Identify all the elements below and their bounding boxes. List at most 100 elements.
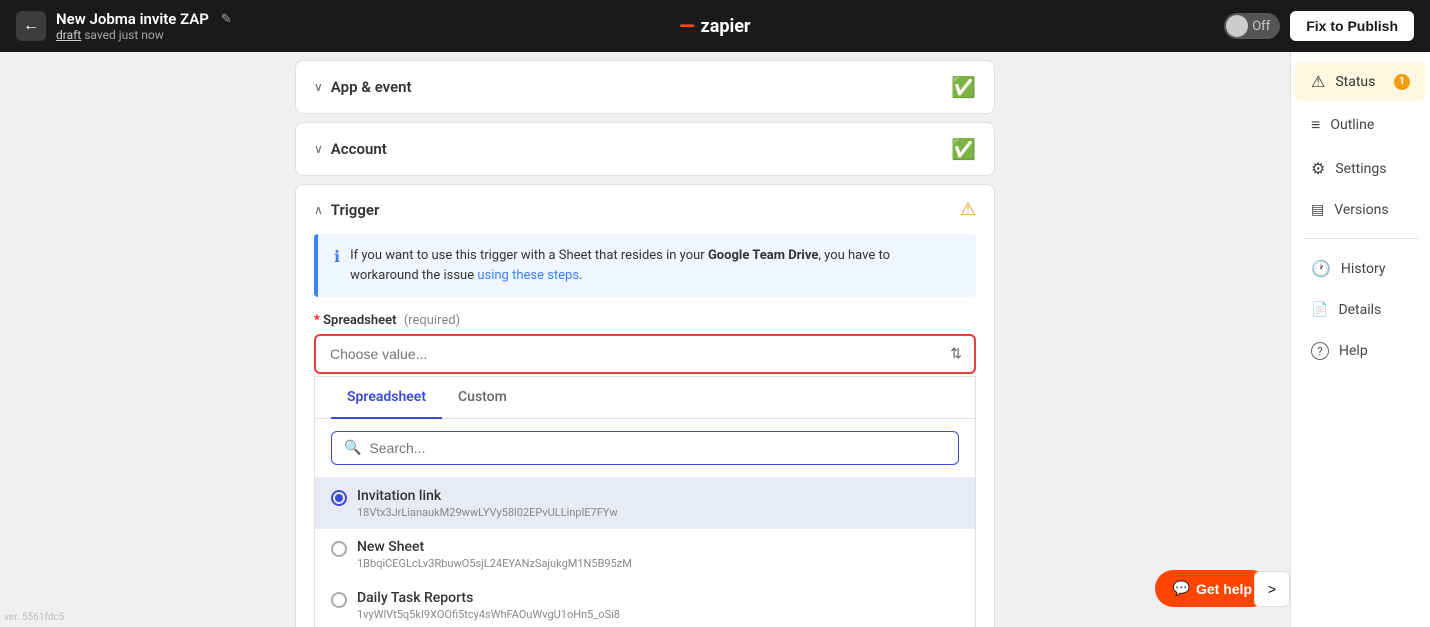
clock-icon: 🕐 — [1311, 259, 1331, 278]
app-event-title: App & event — [331, 78, 412, 96]
sidebar-label-details: Details — [1338, 302, 1381, 318]
list-item[interactable]: Daily Task Reports 1vyWlVt5q5kI9XOOfi5tc… — [315, 580, 975, 627]
required-text: (required) — [404, 313, 460, 328]
sidebar-label-help: Help — [1339, 343, 1368, 359]
zap-title: New Jobma invite ZAP — [56, 10, 209, 28]
tab-spreadsheet[interactable]: Spreadsheet — [331, 377, 442, 419]
radio-unselected-icon — [331, 592, 347, 608]
logo-dash: — — [679, 14, 694, 38]
list-item[interactable]: New Sheet 1BbqiCEGLcLv3RbuwO5sjL24EYANzS… — [315, 529, 975, 580]
account-section: ∨ Account ✅ — [295, 122, 995, 176]
chevron-down-icon: ∨ — [314, 80, 323, 94]
trigger-left: ∧ Trigger — [314, 201, 379, 219]
option-id: 1vyWlVt5q5kI9XOOfi5tcy4sWhFAOuWvgU1oHn5_… — [357, 608, 620, 621]
chevron-down-icon: ∨ — [314, 142, 323, 156]
warning-icon: ⚠ — [1311, 72, 1325, 91]
header-right: Off Fix to Publish — [948, 11, 1414, 41]
tabs-row: Spreadsheet Custom — [315, 377, 975, 419]
expand-button[interactable]: > — [1254, 571, 1290, 607]
account-header[interactable]: ∨ Account ✅ — [296, 123, 994, 175]
account-title: Account — [331, 140, 387, 158]
main-layout: ∨ App & event ✅ ∨ Account ✅ — [0, 52, 1430, 627]
sidebar-item-settings[interactable]: ⚙ Settings — [1295, 149, 1426, 188]
info-link[interactable]: using these steps — [477, 268, 579, 283]
sidebar-item-versions[interactable]: ▤ Versions — [1295, 192, 1426, 228]
app-event-section: ∨ App & event ✅ — [295, 60, 995, 114]
zap-title-group: New Jobma invite ZAP ✎ draft saved just … — [56, 10, 232, 42]
help-icon: ? — [1311, 342, 1329, 360]
sidebar-item-details[interactable]: 📄 Details — [1295, 292, 1426, 328]
check-circle-icon: ✅ — [951, 137, 976, 161]
back-button[interactable]: ← — [16, 11, 46, 41]
info-bold-text: Google Team Drive — [708, 248, 818, 263]
list-item[interactable]: Invitation link 18Vtx3JrLianaukM29wwLYVy… — [315, 478, 975, 529]
get-help-label: Get help — [1196, 581, 1252, 597]
check-circle-icon: ✅ — [951, 75, 976, 99]
toggle-circle — [1226, 15, 1248, 37]
expand-icon: > — [1268, 581, 1276, 597]
info-box: ℹ If you want to use this trigger with a… — [314, 234, 976, 297]
sidebar-label-status: Status — [1335, 74, 1375, 90]
fix-publish-button[interactable]: Fix to Publish — [1290, 11, 1414, 41]
sidebar-item-outline[interactable]: ≡ Outline — [1295, 105, 1426, 145]
header-center: — zapier — [482, 14, 948, 38]
sidebar-label-settings: Settings — [1335, 161, 1386, 177]
info-icon: ℹ — [334, 247, 340, 266]
logo-text: zapier — [701, 16, 751, 37]
info-text-part1: If you want to use this trigger with a S… — [350, 248, 708, 263]
draft-status: draft saved just now — [56, 28, 232, 42]
required-asterisk: * — [314, 313, 320, 328]
edit-title-icon[interactable]: ✎ — [221, 12, 232, 27]
tab-custom[interactable]: Custom — [442, 377, 523, 419]
sidebar-item-history[interactable]: 🕐 History — [1295, 249, 1426, 288]
content-area: ∨ App & event ✅ ∨ Account ✅ — [0, 52, 1290, 627]
sidebar-item-help[interactable]: ? Help — [1295, 332, 1426, 370]
sidebar-item-status[interactable]: ⚠ Status 1 — [1295, 62, 1426, 101]
info-text: If you want to use this trigger with a S… — [350, 246, 960, 285]
option-name: Invitation link — [357, 488, 618, 504]
option-id: 1BbqiCEGLcLv3RbuwO5sjL24EYANzSajukgM1N5B… — [357, 557, 632, 570]
sidebar-label-versions: Versions — [1334, 202, 1388, 218]
search-input[interactable] — [369, 440, 946, 456]
toggle-label: Off — [1248, 19, 1278, 34]
trigger-title: Trigger — [331, 201, 380, 219]
sidebar-divider — [1303, 238, 1418, 239]
search-icon: 🔍 — [344, 440, 361, 456]
chevron-up-icon: ∧ — [314, 203, 323, 217]
acc-left: ∨ Account — [314, 140, 387, 158]
options-list: Invitation link 18Vtx3JrLianaukM29wwLYVy… — [315, 478, 975, 627]
outline-icon: ≡ — [1311, 115, 1320, 135]
toggle-switch[interactable]: Off — [1224, 13, 1280, 39]
trigger-content: ℹ If you want to use this trigger with a… — [296, 234, 994, 627]
option-text: New Sheet 1BbqiCEGLcLv3RbuwO5sjL24EYANzS… — [357, 539, 632, 570]
option-text: Daily Task Reports 1vyWlVt5q5kI9XOOfi5tc… — [357, 590, 620, 621]
search-wrapper: 🔍 — [315, 419, 975, 478]
sidebar-label-outline: Outline — [1330, 117, 1374, 133]
spreadsheet-label: Spreadsheet — [323, 313, 396, 328]
option-text: Invitation link 18Vtx3JrLianaukM29wwLYVy… — [357, 488, 618, 519]
header-left: ← New Jobma invite ZAP ✎ draft saved jus… — [16, 10, 482, 42]
get-help-button[interactable]: 💬 Get help — [1155, 570, 1270, 607]
zapier-logo: — zapier — [679, 14, 750, 38]
app-header: ← New Jobma invite ZAP ✎ draft saved jus… — [0, 0, 1430, 52]
status-badge: 1 — [1394, 74, 1410, 90]
dropdown-panel: Spreadsheet Custom 🔍 — [314, 376, 976, 627]
option-name: New Sheet — [357, 539, 632, 555]
draft-link[interactable]: draft — [56, 28, 81, 42]
option-name: Daily Task Reports — [357, 590, 620, 606]
option-id: 18Vtx3JrLianaukM29wwLYVy58l02EPvULLinplE… — [357, 506, 618, 519]
version-label: ver. 5561fdc5 — [4, 612, 64, 623]
trigger-header[interactable]: ∧ Trigger ⚠ — [296, 185, 994, 234]
search-input-wrapper: 🔍 — [331, 431, 959, 465]
acc-left: ∨ App & event — [314, 78, 412, 96]
app-event-header[interactable]: ∨ App & event ✅ — [296, 61, 994, 113]
versions-icon: ▤ — [1311, 202, 1324, 218]
spreadsheet-dropdown-input[interactable] — [316, 336, 974, 372]
right-sidebar: ⚠ Status 1 ≡ Outline ⚙ Settings ▤ Versio… — [1290, 52, 1430, 627]
trigger-section: ∧ Trigger ⚠ ℹ If you want to use this tr… — [295, 184, 995, 627]
warning-icon: ⚠ — [960, 199, 976, 220]
saved-text: saved just now — [84, 28, 164, 42]
field-label: * Spreadsheet (required) — [314, 313, 976, 328]
sidebar-label-history: History — [1341, 261, 1386, 277]
gear-icon: ⚙ — [1311, 159, 1325, 178]
